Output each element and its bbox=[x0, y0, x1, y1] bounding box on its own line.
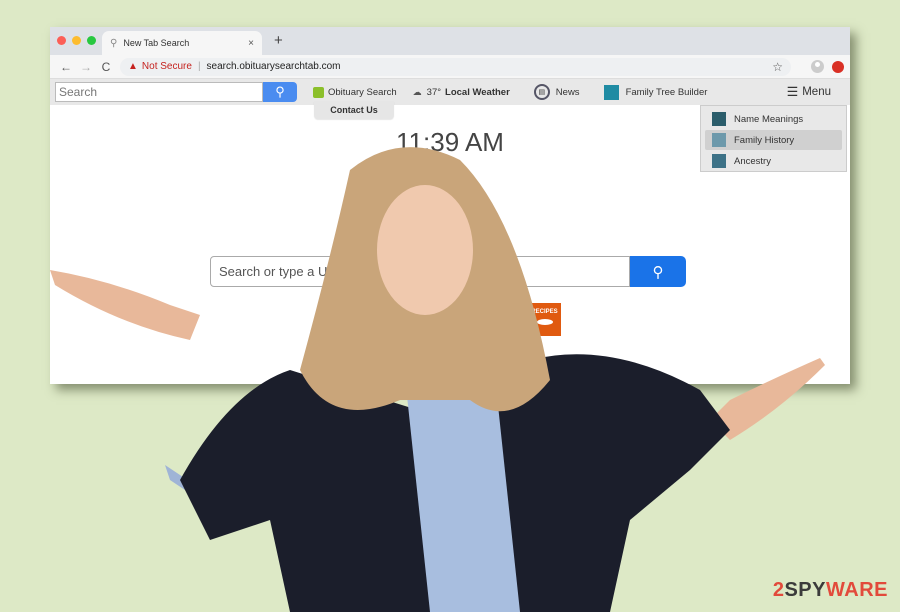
main-search-input[interactable]: Search or type a URL bbox=[210, 256, 630, 287]
extension-toolbar: Search ⚲ Obituary Search ☁ 37° Local Wea… bbox=[50, 79, 850, 172]
browser-window: ⚲ New Tab Search × + ← → C ▲ Not Secure … bbox=[50, 27, 850, 384]
menu-item-label: Ancestry bbox=[734, 155, 771, 167]
navigation-bar: ← → C ▲ Not Secure | search.obituarysear… bbox=[50, 55, 850, 79]
2spyware-watermark: 2SPYWARE bbox=[773, 579, 888, 602]
search-icon: ⚲ bbox=[110, 37, 118, 49]
close-tab-icon[interactable]: × bbox=[248, 38, 254, 49]
back-button[interactable]: ← bbox=[56, 60, 76, 74]
folder-icon bbox=[603, 84, 619, 100]
maximize-window-button[interactable] bbox=[87, 36, 96, 45]
divider: | bbox=[197, 61, 201, 72]
family-tree-builder-link[interactable]: Family Tree Builder bbox=[603, 84, 708, 100]
minimize-window-button[interactable] bbox=[72, 36, 81, 45]
shortcut-tile-recipes[interactable]: RECIPES bbox=[528, 303, 561, 336]
bookmark-star-icon[interactable]: ☆ bbox=[772, 60, 783, 74]
warning-icon: ▲ bbox=[128, 61, 138, 72]
local-weather-label: Local Weather bbox=[445, 86, 510, 98]
ancestry-icon bbox=[712, 154, 726, 168]
recipes-label: RECIPES bbox=[531, 309, 558, 315]
news-label: News bbox=[555, 86, 580, 98]
address-bar[interactable]: ▲ Not Secure | search.obituarysearchtab.… bbox=[120, 57, 791, 76]
watermark-part2: WAR bbox=[825, 579, 875, 601]
extension-icon[interactable] bbox=[832, 60, 844, 73]
family-tree-builder-label: Family Tree Builder bbox=[625, 86, 708, 98]
forward-button[interactable]: → bbox=[76, 60, 96, 74]
news-link[interactable]: ▤ News bbox=[533, 84, 580, 100]
watermark-part1: SPY bbox=[784, 579, 826, 601]
url-text[interactable]: search.obituarysearchtab.com bbox=[207, 61, 773, 72]
hamburger-icon: ☰ bbox=[786, 84, 799, 99]
watermark-suffix: E bbox=[874, 579, 888, 601]
spoon-icon bbox=[536, 319, 553, 325]
weather-icon: ☁ bbox=[412, 86, 422, 97]
obituary-search-link[interactable]: Obituary Search bbox=[313, 86, 397, 98]
obituary-search-label: Obituary Search bbox=[328, 86, 397, 98]
menu-item-family-history[interactable]: Family History bbox=[705, 130, 842, 150]
tab-bar: ⚲ New Tab Search × + bbox=[50, 27, 850, 55]
profile-avatar-icon[interactable] bbox=[811, 60, 824, 73]
blazer bbox=[180, 354, 730, 612]
security-status[interactable]: Not Secure bbox=[142, 61, 192, 72]
menu-item-label: Name Meanings bbox=[734, 113, 804, 125]
search-icon: ⚲ bbox=[275, 84, 285, 99]
window-controls bbox=[57, 36, 96, 45]
obituary-icon bbox=[313, 86, 324, 98]
family-history-icon bbox=[712, 133, 726, 147]
left-sleeve bbox=[165, 465, 200, 500]
main-search: Search or type a URL ⚲ bbox=[210, 256, 686, 287]
main-search-button[interactable]: ⚲ bbox=[630, 256, 686, 287]
tab-new-tab-search[interactable]: ⚲ New Tab Search × bbox=[102, 31, 262, 55]
news-icon: ▤ bbox=[533, 84, 550, 100]
name-meanings-icon bbox=[712, 112, 726, 126]
menu-button[interactable]: ☰ Menu bbox=[787, 84, 831, 100]
menu-label: Menu bbox=[802, 86, 831, 98]
close-window-button[interactable] bbox=[57, 36, 66, 45]
tab-title: New Tab Search bbox=[123, 38, 190, 48]
contact-us-link[interactable]: Contact Us bbox=[314, 101, 394, 119]
menu-dropdown: Name Meanings Family History Ancestry bbox=[700, 105, 847, 172]
search-icon: ⚲ bbox=[652, 263, 664, 281]
local-weather-link[interactable]: ☁ 37° Local Weather bbox=[413, 87, 510, 98]
menu-item-label: Family History bbox=[734, 134, 795, 146]
menu-item-ancestry[interactable]: Ancestry bbox=[705, 151, 842, 171]
temperature: 37° bbox=[426, 86, 442, 98]
shortcut-tile-green[interactable] bbox=[490, 303, 522, 336]
watermark-prefix: 2 bbox=[772, 579, 785, 601]
new-tab-button[interactable]: + bbox=[274, 32, 283, 49]
toolbar-search-button[interactable]: ⚲ bbox=[263, 82, 297, 102]
toolbar-search-input[interactable]: Search bbox=[55, 82, 263, 102]
menu-item-name-meanings[interactable]: Name Meanings bbox=[705, 109, 842, 129]
reload-button[interactable]: C bbox=[96, 60, 116, 74]
